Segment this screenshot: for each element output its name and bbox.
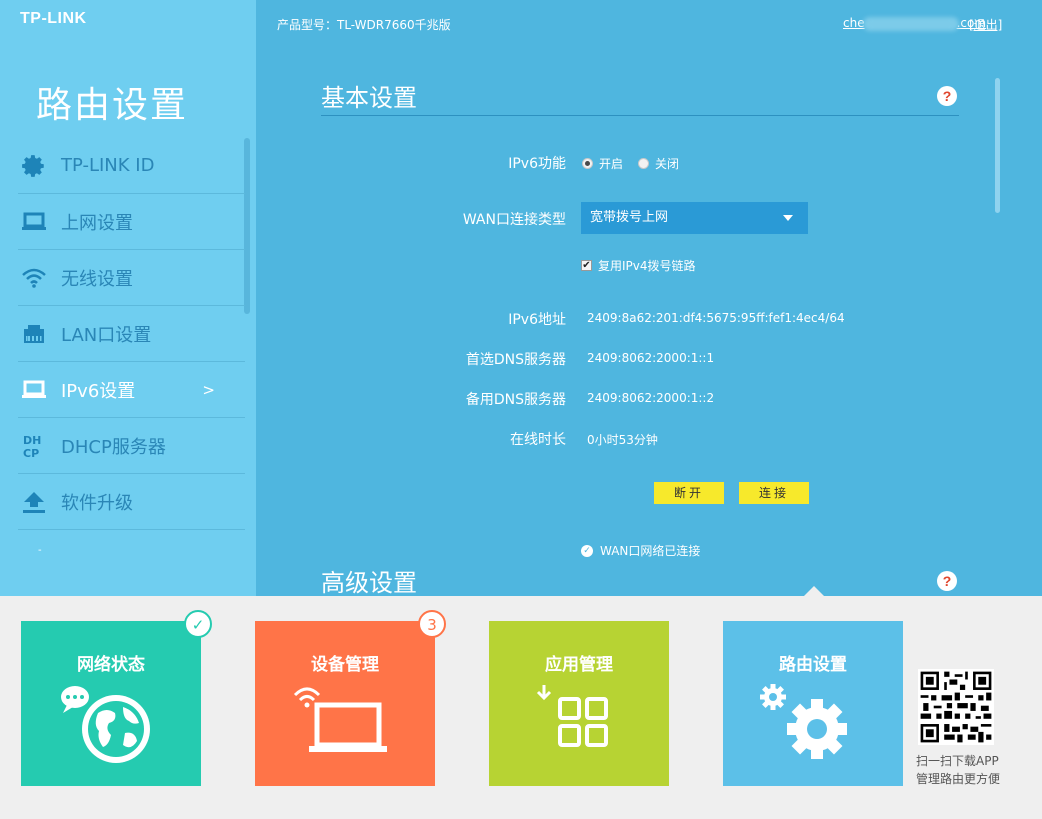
sidebar-title: 路由设置 <box>36 85 189 126</box>
reuse-ipv4-checkbox[interactable]: ✔ 复用IPv4拨号链路 <box>581 257 696 274</box>
wan-type-select[interactable]: 宽带拨号上网 <box>581 202 808 234</box>
ipv6-off-label: 关闭 <box>655 157 680 171</box>
radio-unselected-icon <box>638 158 649 169</box>
sidebar-item-upgrade[interactable]: 软件升级 <box>18 474 245 530</box>
help-icon[interactable]: ? <box>937 86 957 106</box>
logout-link[interactable]: [退出] <box>969 16 1002 33</box>
disconnect-button[interactable]: 断开 <box>654 482 724 504</box>
content-scrollbar[interactable] <box>995 78 1000 213</box>
online-duration-label: 在线时长 <box>510 432 566 448</box>
gear-icon <box>18 151 50 181</box>
chevron-right-icon: > <box>202 380 215 399</box>
laptop-icon <box>18 207 50 237</box>
connect-button[interactable]: 连接 <box>739 482 809 504</box>
laptop-wifi-icon <box>293 687 387 752</box>
wan-type-label: WAN口连接类型 <box>462 212 566 228</box>
sidebar-item-label: 上网设置 <box>61 212 133 234</box>
wan-type-value: 宽带拨号上网 <box>590 210 669 225</box>
help-icon[interactable]: ? <box>937 571 957 591</box>
ipv6-off-radio[interactable]: 关闭 <box>638 155 679 172</box>
basic-settings-title: 基本设置 <box>321 84 417 112</box>
ipv6-address-value: 2409:8a62:201:df4:5675:95ff:fef1:4ec4/64 <box>587 311 845 325</box>
account-email-prefix: che <box>843 16 865 30</box>
check-icon: ✓ <box>184 610 212 638</box>
reuse-ipv4-label: 复用IPv4拨号链路 <box>598 259 696 273</box>
sidebar-item-wireless[interactable]: 无线设置 <box>18 250 245 306</box>
ipv6-address-label: IPv6地址 <box>508 312 566 328</box>
chevron-down-icon <box>783 215 793 221</box>
apps-grid-icon <box>536 685 608 747</box>
sidebar: TP-LINK 路由设置 TP-LINK ID 上网设置 无线设置 LAN口设置… <box>0 0 256 596</box>
ipv6-on-label: 开启 <box>599 157 624 171</box>
active-tile-pointer <box>804 586 824 596</box>
svg-text:CP: CP <box>23 447 39 460</box>
primary-dns-label: 首选DNS服务器 <box>465 352 566 368</box>
sidebar-item-label: DHCP服务器 <box>61 436 166 458</box>
secondary-dns-label: 备用DNS服务器 <box>465 392 566 408</box>
ethernet-port-icon <box>18 319 50 349</box>
sidebar-item-label: 无线设置 <box>61 268 133 290</box>
gears-icon <box>760 684 847 759</box>
tile-title: 路由设置 <box>779 655 847 675</box>
tile-network-status[interactable]: 网络状态 ✓ <box>21 610 212 786</box>
section-divider <box>321 115 959 116</box>
sidebar-item-label: 软件升级 <box>61 492 133 514</box>
app-main-area: TP-LINK 路由设置 TP-LINK ID 上网设置 无线设置 LAN口设置… <box>0 0 1042 597</box>
sidebar-item-label: TP-LINK ID <box>61 155 155 176</box>
sidebar-item-label: IPv6设置 <box>61 380 136 402</box>
sidebar-item-internet[interactable]: 上网设置 <box>18 194 245 250</box>
sidebar-item-dhcp[interactable]: DH CP DHCP服务器 <box>18 418 245 474</box>
sidebar-more-indicator: - <box>38 545 42 556</box>
tile-app-management[interactable]: 应用管理 <box>489 621 669 786</box>
qr-code-image <box>918 669 994 745</box>
check-circle-icon: ✓ <box>581 544 593 557</box>
qr-caption-line1: 扫一扫下载APP <box>916 754 999 768</box>
globe-chat-icon <box>61 686 150 763</box>
tile-device-management[interactable]: 设备管理 3 <box>255 610 446 786</box>
redacted-mask <box>862 16 959 31</box>
qr-caption-line2: 管理路由更方便 <box>916 772 1001 786</box>
tile-title: 设备管理 <box>311 655 379 675</box>
sidebar-item-ipv6[interactable]: IPv6设置 > <box>18 362 245 418</box>
tp-link-logo: TP-LINK <box>20 10 87 27</box>
radio-selected-icon <box>582 158 593 169</box>
dhcp-icon: DH CP <box>18 431 50 461</box>
wan-status-text: WAN口网络已连接 <box>600 544 701 558</box>
sidebar-item-lan[interactable]: LAN口设置 <box>18 306 245 362</box>
upload-icon <box>18 487 50 517</box>
sidebar-menu: TP-LINK ID 上网设置 无线设置 LAN口设置 IPv6设置 > DH … <box>18 138 245 530</box>
tile-title: 应用管理 <box>545 655 613 675</box>
sidebar-item-tp-link-id[interactable]: TP-LINK ID <box>18 138 245 194</box>
laptop-icon <box>18 375 50 405</box>
secondary-dns-value: 2409:8062:2000:1::2 <box>587 391 715 405</box>
tile-router-settings[interactable]: 路由设置 <box>723 621 903 786</box>
qr-caption: 扫一扫下载APP 管理路由更方便 <box>916 752 1000 788</box>
product-model: 产品型号：TL-WDR7660千兆版 <box>277 18 451 32</box>
wifi-icon <box>18 263 50 293</box>
ipv6-function-label: IPv6功能 <box>508 156 566 172</box>
svg-text:DH: DH <box>23 434 41 447</box>
checkbox-checked-icon: ✔ <box>581 260 592 271</box>
device-count-badge: 3 <box>418 610 446 638</box>
account-email[interactable]: che .com <box>843 16 986 31</box>
wan-status: ✓ WAN口网络已连接 <box>581 542 700 559</box>
primary-dns-value: 2409:8062:2000:1::1 <box>587 351 715 365</box>
tile-title: 网络状态 <box>77 655 145 675</box>
sidebar-item-label: LAN口设置 <box>61 324 152 346</box>
online-duration-value: 0小时53分钟 <box>587 433 658 447</box>
ipv6-on-radio[interactable]: 开启 <box>582 155 623 172</box>
advanced-settings-title: 高级设置 <box>321 569 417 597</box>
